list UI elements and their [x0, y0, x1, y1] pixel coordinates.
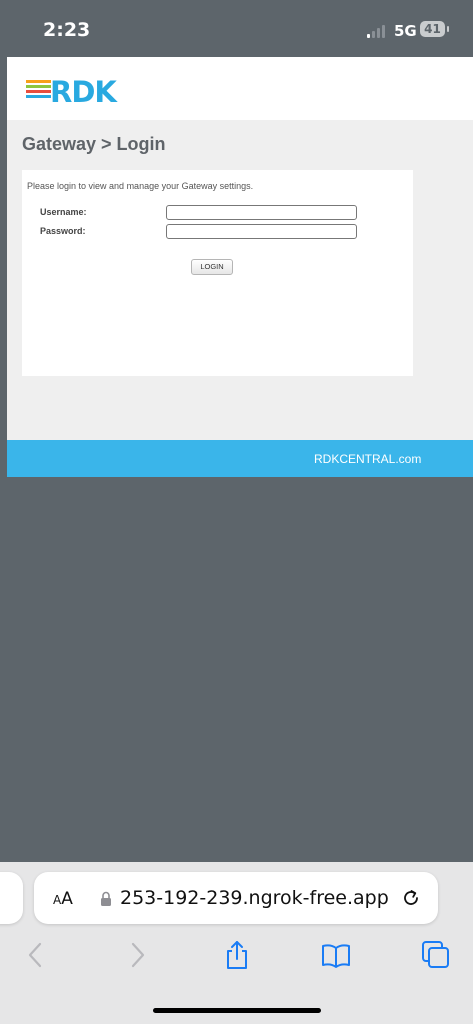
bookmarks-icon[interactable]: [321, 940, 351, 970]
status-bar: 2:23 5G 41: [0, 0, 473, 57]
reload-icon[interactable]: [400, 887, 422, 909]
url-text[interactable]: 253-192-239.ngrok-free.app: [120, 887, 389, 909]
tabs-icon[interactable]: [421, 940, 451, 970]
rdkcentral-link[interactable]: RDKCENTRAL.com: [314, 452, 421, 466]
back-icon[interactable]: [21, 940, 51, 970]
password-label: Password:: [40, 226, 86, 236]
address-bar[interactable]: AA 253-192-239.ngrok-free.app: [34, 872, 438, 924]
text-size-button[interactable]: AA: [53, 889, 73, 909]
username-input[interactable]: [166, 205, 357, 220]
login-intro-text: Please login to view and manage your Gat…: [27, 181, 254, 191]
username-label: Username:: [40, 207, 87, 217]
web-page: RDK Gateway > Login Please login to view…: [7, 57, 473, 477]
forward-icon[interactable]: [122, 940, 152, 970]
lock-icon: [101, 891, 111, 906]
logo-bars-icon: [26, 80, 51, 100]
login-panel: Please login to view and manage your Gat…: [22, 170, 413, 376]
share-icon[interactable]: [222, 940, 252, 970]
password-input[interactable]: [166, 224, 357, 239]
login-button[interactable]: LOGIN: [191, 259, 233, 275]
battery-icon: 41: [420, 21, 445, 37]
browser-toolbar: AA 253-192-239.ngrok-free.app: [0, 862, 473, 1024]
battery-tip: [447, 26, 449, 32]
logo-text: RDK: [50, 75, 117, 109]
home-indicator: [153, 1008, 321, 1013]
site-header: RDK: [7, 57, 473, 120]
previous-tab-card[interactable]: [0, 872, 23, 924]
cellular-signal-icon: [367, 25, 389, 38]
page-title: Gateway > Login: [22, 134, 166, 154]
network-type: 5G: [394, 22, 417, 40]
site-footer: RDKCENTRAL.com: [7, 440, 473, 477]
clock: 2:23: [43, 19, 91, 41]
